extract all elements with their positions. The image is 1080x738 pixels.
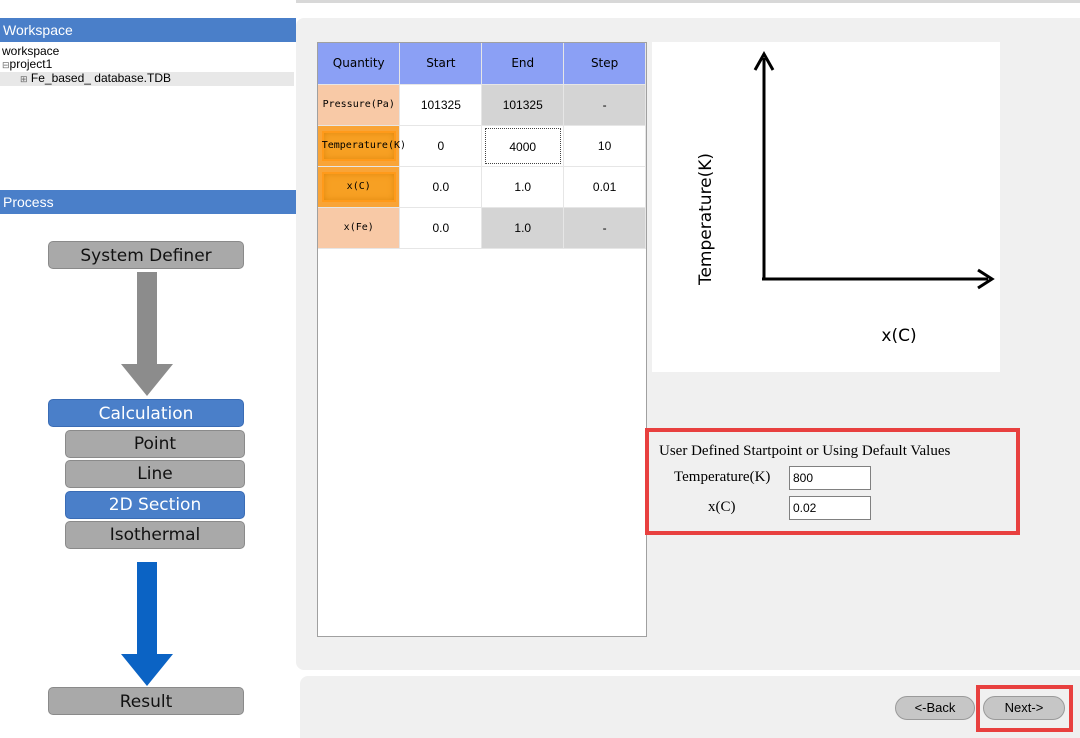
quantity-cell-label: Temperature(K) xyxy=(321,130,406,161)
table-header-row: Quantity Start End Step xyxy=(318,43,646,85)
quantity-cell-label: x(C) xyxy=(321,171,396,202)
step-cell[interactable]: 0.01 xyxy=(563,166,646,208)
startpoint-title: User Defined Startpoint or Using Default… xyxy=(659,443,951,459)
quantity-cell[interactable]: x(Fe) xyxy=(318,207,401,249)
end-cell: 1.0 xyxy=(481,207,565,249)
temperature-label: Temperature(K) xyxy=(674,469,771,485)
xc-start-input[interactable] xyxy=(789,496,871,520)
x-axis-label: x(C) xyxy=(881,326,916,346)
workspace-tree: workspace ⊟project1 ⊞ Fe_based_ database… xyxy=(0,45,294,86)
tree-project-label: project1 xyxy=(9,57,53,71)
column-header-quantity: Quantity xyxy=(318,43,401,85)
step-cell: - xyxy=(563,84,646,126)
workspace-header: Workspace xyxy=(0,18,296,42)
end-cell[interactable]: 1.0 xyxy=(481,166,565,208)
expand-icon[interactable]: ⊞ xyxy=(20,74,28,84)
column-header-start: Start xyxy=(399,43,483,85)
tree-database-label: Fe_based_ database.TDB xyxy=(30,71,171,85)
isothermal-button[interactable]: Isothermal xyxy=(65,521,245,549)
startpoint-panel: User Defined Startpoint or Using Default… xyxy=(645,428,1020,535)
quantity-cell[interactable]: Temperature(K) xyxy=(318,125,406,167)
down-arrow-gray-icon xyxy=(121,272,173,396)
start-cell[interactable]: 0.0 xyxy=(399,207,483,249)
tree-project[interactable]: ⊟project1 xyxy=(2,58,294,72)
step-cell: - xyxy=(563,207,646,249)
end-cell: 101325 xyxy=(481,84,565,126)
end-cell-value: 4000 xyxy=(484,127,561,164)
column-header-step: Step xyxy=(563,43,646,85)
table-row: Temperature(K) 0 4000 10 xyxy=(318,125,646,167)
table-row: x(Fe) 0.0 1.0 - xyxy=(318,207,646,249)
collapse-icon[interactable]: ⊟ xyxy=(2,60,10,70)
column-header-end: End xyxy=(481,43,565,85)
tree-database[interactable]: ⊞ Fe_based_ database.TDB xyxy=(0,72,294,86)
down-arrow-blue-icon xyxy=(121,562,173,686)
section-2d-button[interactable]: 2D Section xyxy=(65,491,245,519)
table-row: x(C) 0.0 1.0 0.01 xyxy=(318,166,646,208)
next-highlight-frame xyxy=(976,685,1073,732)
calculation-button[interactable]: Calculation xyxy=(48,399,244,427)
table-row: Pressure(Pa) 101325 101325 - xyxy=(318,84,646,126)
start-cell[interactable]: 0 xyxy=(399,125,483,167)
temperature-start-input[interactable] xyxy=(789,466,871,490)
range-table: Quantity Start End Step Pressure(Pa) 101… xyxy=(318,43,646,249)
step-cell[interactable]: 10 xyxy=(563,125,646,167)
quantity-cell[interactable]: x(C) xyxy=(318,166,401,208)
y-axis-label: Temperature(K) xyxy=(696,153,716,286)
axes-diagram: Temperature(K) x(C) xyxy=(696,50,995,346)
process-header: Process xyxy=(0,190,296,214)
system-definer-button[interactable]: System Definer xyxy=(48,241,244,269)
start-cell[interactable]: 0.0 xyxy=(399,166,483,208)
xc-label: x(C) xyxy=(708,499,736,515)
axes-preview: Temperature(K) x(C) xyxy=(652,42,1000,372)
quantity-cell[interactable]: Pressure(Pa) xyxy=(318,84,401,126)
point-button[interactable]: Point xyxy=(65,430,245,458)
start-cell[interactable]: 101325 xyxy=(399,84,483,126)
range-table-container: Quantity Start End Step Pressure(Pa) 101… xyxy=(317,42,647,637)
back-button[interactable]: <-Back xyxy=(895,696,975,720)
result-button[interactable]: Result xyxy=(48,687,244,715)
end-cell[interactable]: 4000 xyxy=(481,125,565,167)
line-button[interactable]: Line xyxy=(65,460,245,488)
